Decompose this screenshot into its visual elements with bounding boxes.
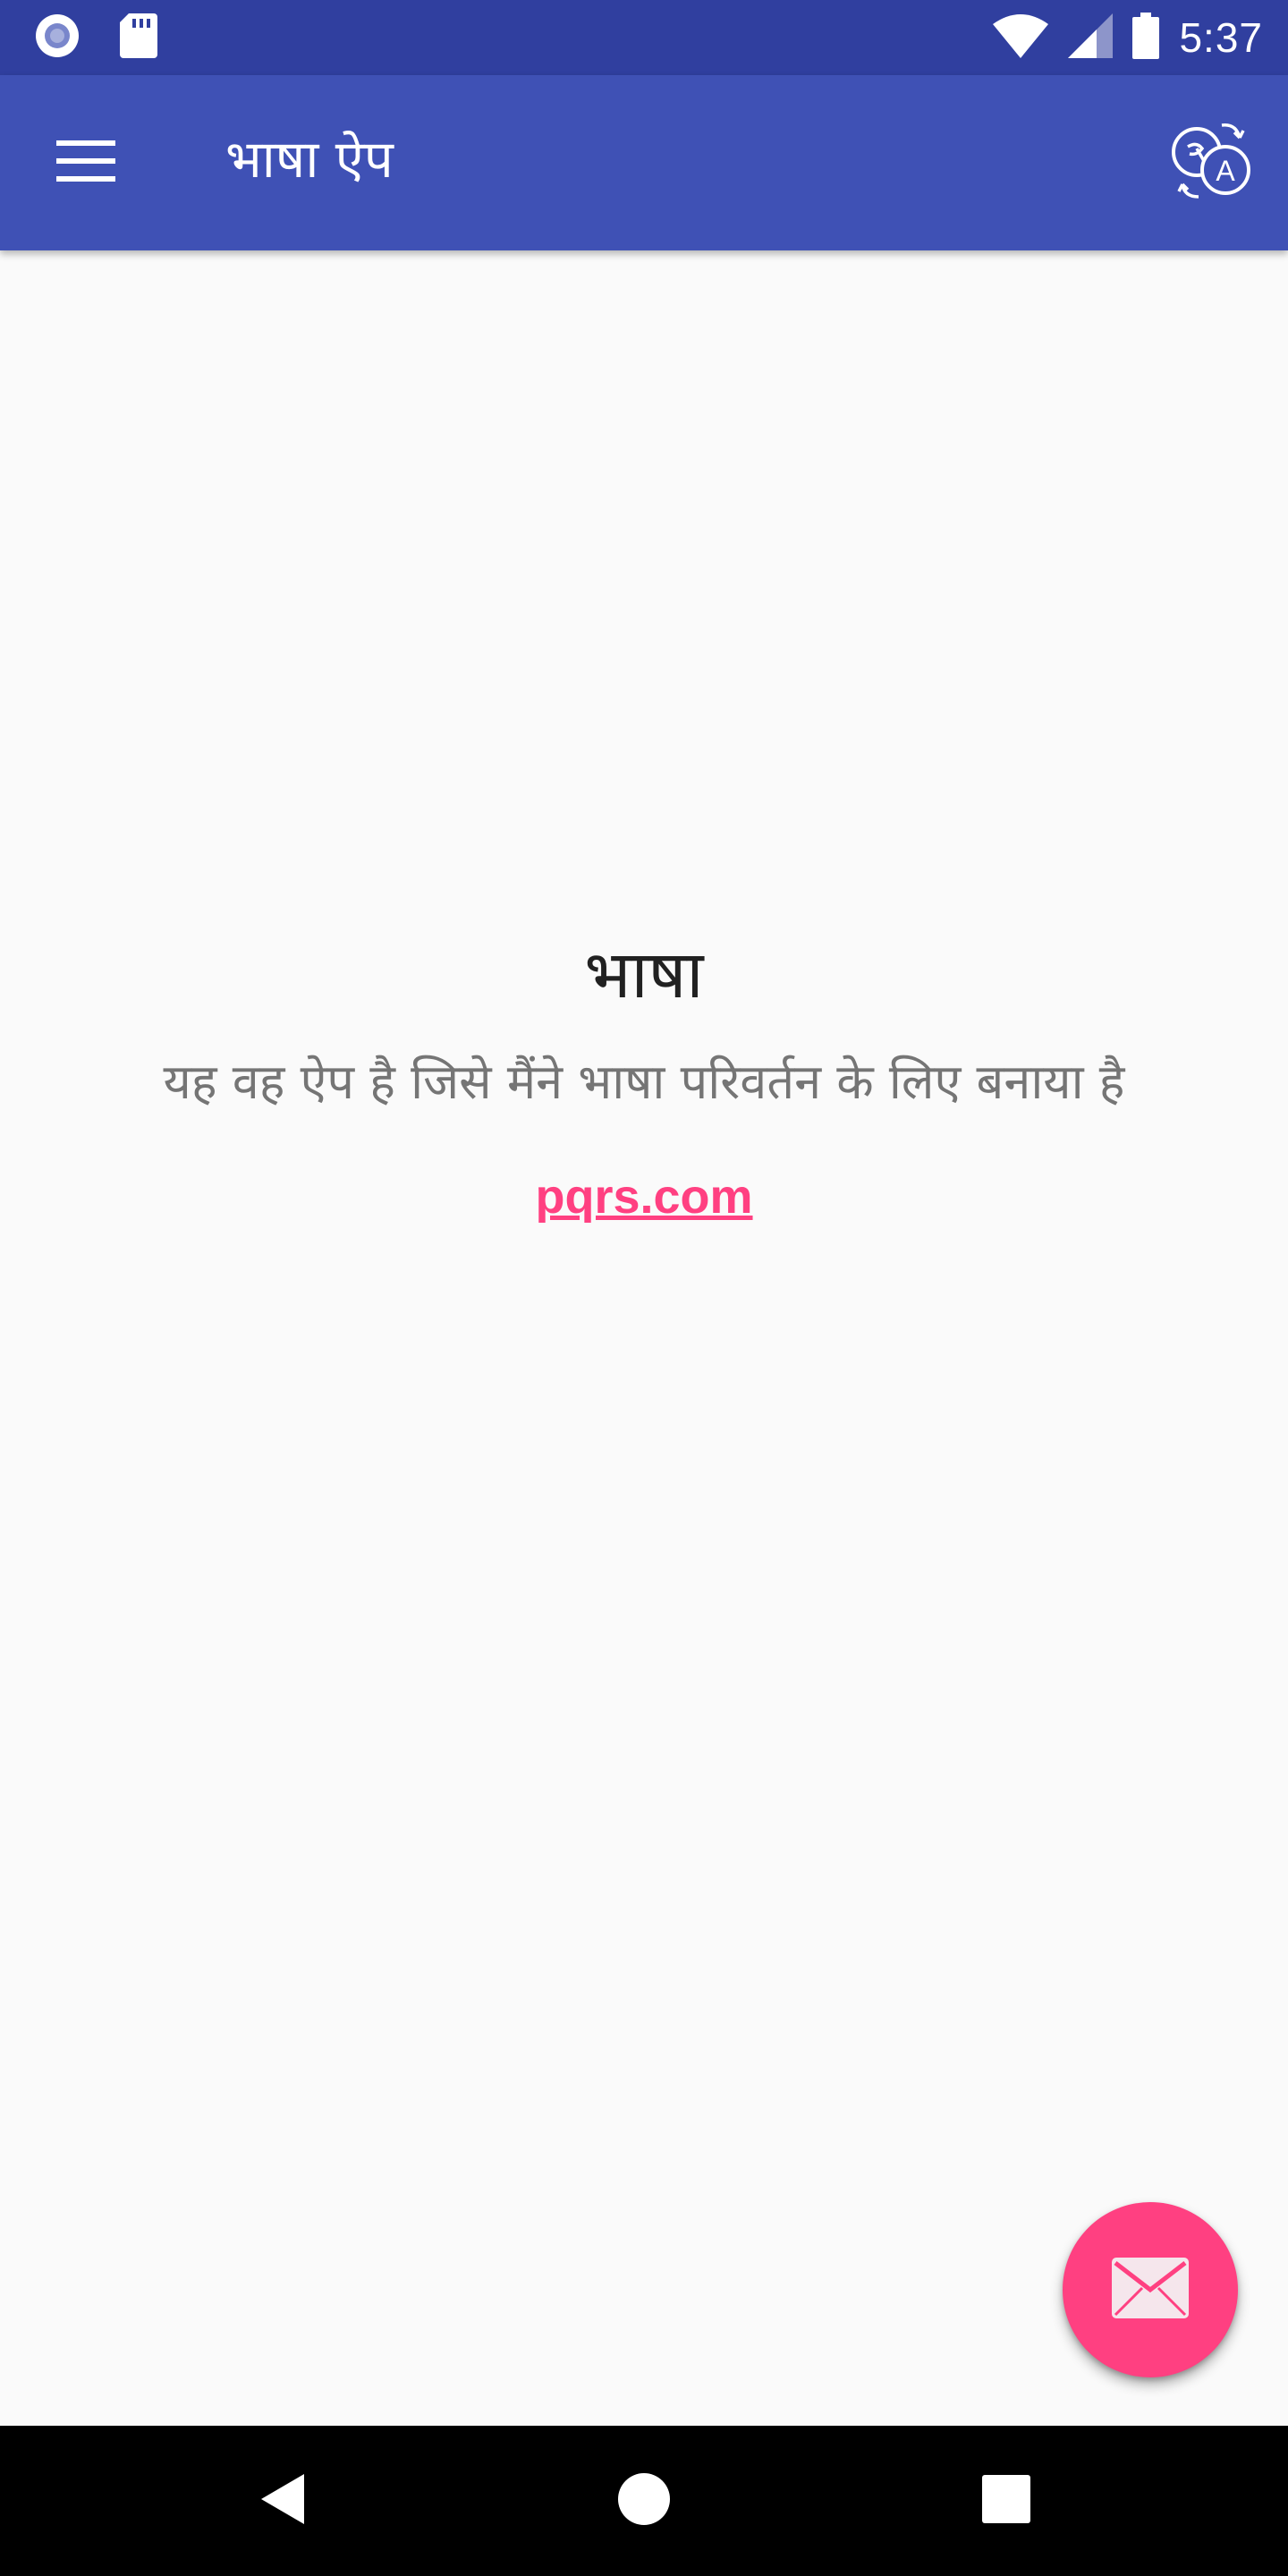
back-icon [259,2472,306,2529]
cell-signal-icon [1068,13,1114,62]
mail-icon [1112,2258,1189,2322]
translate-icon: A [1170,122,1252,204]
notification-circle-icon [34,13,80,63]
app-bar: भाषा ऐप A [0,75,1288,250]
website-link[interactable]: pqrs.com [0,1163,1288,1231]
email-fab[interactable] [1063,2202,1238,2377]
app-description: यह वह ऐप है जिसे मैंने भाषा परिवर्तन के … [163,1054,1125,1110]
main-content [0,250,1288,2426]
recent-apps-button[interactable] [962,2456,1051,2546]
menu-icon [56,140,115,185]
home-button[interactable] [599,2456,689,2546]
page-heading: भाषा [584,936,704,1013]
battery-icon [1132,13,1160,63]
navigation-bar [0,2426,1288,2576]
menu-button[interactable] [43,120,129,206]
sd-card-icon [120,13,157,62]
svg-text:A: A [1216,155,1235,187]
translate-button[interactable]: A [1166,118,1256,208]
wifi-icon [993,13,1049,62]
app-title: भाषा ऐप [225,129,394,190]
recent-apps-icon [982,2475,1030,2527]
status-time: 5:37 [1179,14,1263,61]
back-button[interactable] [238,2456,327,2546]
status-bar: 5:37 [0,0,1288,75]
home-icon [617,2472,671,2529]
